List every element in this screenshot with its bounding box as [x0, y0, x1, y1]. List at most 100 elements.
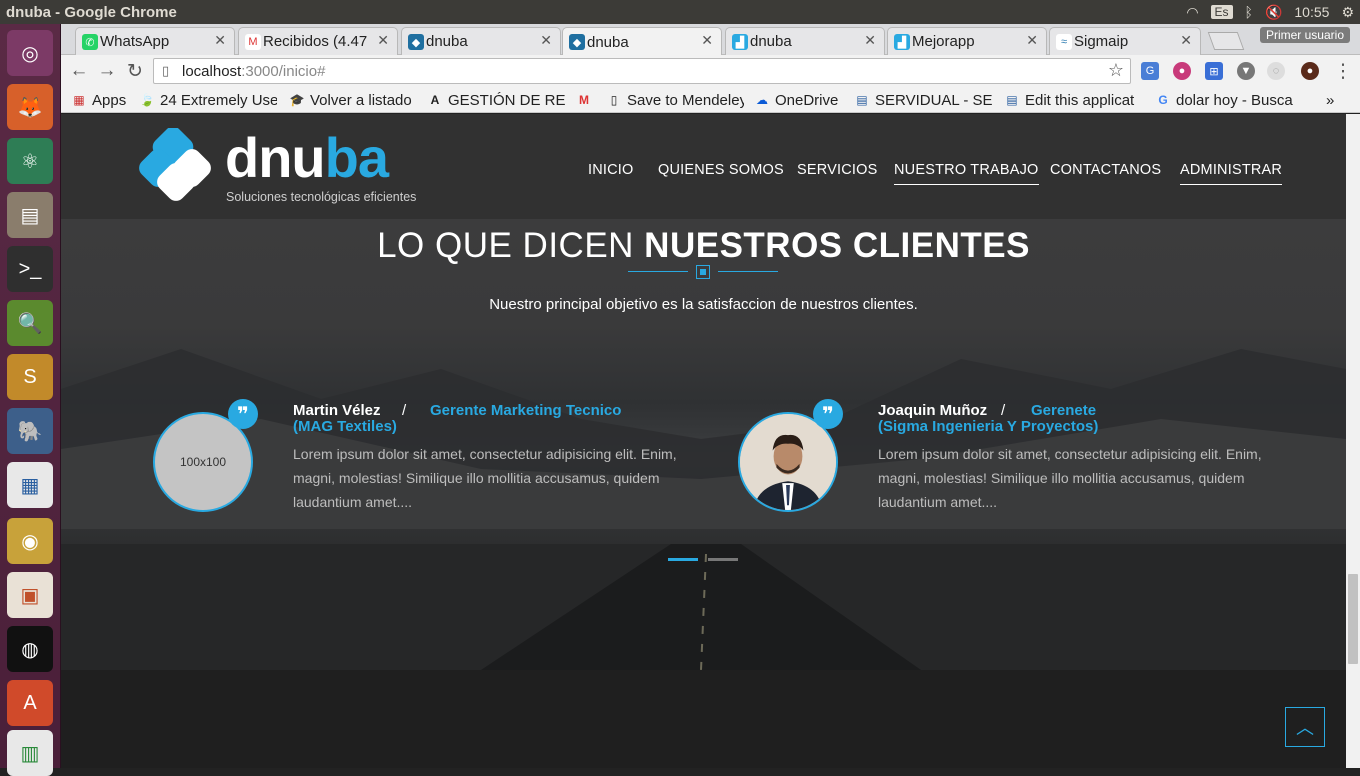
extension-dark-icon[interactable]: ● [1301, 62, 1319, 80]
ubuntu-dash-icon[interactable]: ◎ [7, 30, 53, 76]
new-tab-button[interactable] [1207, 32, 1245, 50]
bookmark-label: SERVIDUAL - SER [875, 91, 992, 109]
reload-icon[interactable]: ↻ [123, 59, 147, 83]
firefox-icon[interactable]: 🦊 [7, 84, 53, 130]
bookmark-extremely-useful[interactable]: 🍃 24 Extremely Use [139, 90, 277, 110]
bookmark-label: OneDrive [775, 91, 839, 109]
scrollbar-thumb[interactable] [1348, 574, 1358, 664]
tab-label: WhatsApp [100, 33, 170, 50]
site-navbar: dnuba Soluciones tecnológicas eficientes… [61, 114, 1346, 219]
translate-extension-icon[interactable]: G [1141, 62, 1159, 80]
tab-label: Sigmaip [1074, 33, 1129, 50]
nav-quienes-somos[interactable]: QUIENES SOMOS [658, 162, 784, 178]
gmail-icon: M [245, 34, 261, 50]
carousel-dot-1[interactable] [668, 558, 698, 561]
system-monitor-icon[interactable]: 🔍 [7, 300, 53, 346]
close-icon[interactable]: ✕ [1180, 32, 1192, 49]
tab-dnuba-active[interactable]: ◆ dnuba ✕ [562, 27, 722, 56]
scroll-to-top-button[interactable]: ︿ [1285, 707, 1325, 747]
postgresql-icon[interactable]: 🐘 [7, 408, 53, 454]
chart-icon: ▟ [894, 34, 910, 50]
bookmarks-overflow-chevron-icon[interactable]: » [1326, 90, 1342, 110]
wifi-icon[interactable]: ◠ [1186, 4, 1198, 21]
testimonial-company: (MAG Textiles) [293, 418, 397, 435]
extension-broadcast-icon[interactable]: ◌ [1267, 62, 1285, 80]
close-icon[interactable]: ✕ [377, 32, 389, 49]
bookmark-gmail[interactable]: M [576, 90, 596, 110]
logo-wordmark[interactable]: dnuba [225, 130, 389, 186]
tab-label: dnuba [750, 33, 792, 50]
nav-inicio[interactable]: INICIO [588, 162, 634, 178]
nav-servicios[interactable]: SERVICIOS [797, 162, 878, 178]
quote-icon: ❞ [228, 399, 258, 429]
nav-administrar[interactable]: ADMINISTRAR [1180, 162, 1283, 185]
bookmark-gestion-rec[interactable]: A GESTIÓN DE REC [427, 90, 565, 110]
address-bar[interactable]: ▯ localhost:3000/inicio# ☆ [153, 58, 1131, 84]
logo-letters-nu: nu [258, 126, 325, 189]
testimonial-role: Gerenete [1031, 402, 1097, 419]
graduation-cap-icon: 🎓 [289, 93, 305, 107]
logo-tagline: Soluciones tecnológicas eficientes [226, 190, 417, 204]
bookmark-volver-listado[interactable]: 🎓 Volver a listado [289, 90, 417, 110]
section-title-bold: NUESTROS CLIENTES [644, 226, 1030, 265]
calc-icon[interactable]: ▥ [7, 730, 53, 776]
bookmark-mendeley[interactable]: ▯ Save to Mendeley [606, 90, 744, 110]
extension-blue-icon[interactable]: ⊞ [1205, 62, 1223, 80]
bookmark-star-icon[interactable]: ☆ [1108, 60, 1124, 81]
obs-icon[interactable]: ◍ [7, 626, 53, 672]
clock[interactable]: 10:55 [1294, 4, 1329, 20]
impress-icon[interactable]: ▣ [7, 572, 53, 618]
dnuba-logo-icon[interactable] [138, 128, 214, 202]
tab-dnuba-2[interactable]: ▟ dnuba ✕ [725, 27, 885, 55]
tab-label: Mejorapp [912, 33, 975, 50]
dnuba-icon: ◆ [408, 34, 424, 50]
bookmark-label: 24 Extremely Use [160, 91, 277, 109]
bookmark-label: dolar hoy - Busca [1176, 91, 1293, 109]
page-scrollbar[interactable] [1346, 114, 1360, 768]
terminal-icon[interactable]: >_ [7, 246, 53, 292]
browser-window: ✆ WhatsApp ✕ M Recibidos (4.47 ✕ ◆ dnuba… [61, 24, 1360, 768]
file-manager-icon[interactable]: ▤ [7, 192, 53, 238]
page-info-icon[interactable]: ▯ [162, 63, 169, 79]
extension-pink-icon[interactable]: ● [1173, 62, 1191, 80]
tab-gmail[interactable]: M Recibidos (4.47 ✕ [238, 27, 398, 55]
close-icon[interactable]: ✕ [540, 32, 552, 49]
volume-muted-icon[interactable]: 🔇 [1265, 4, 1282, 21]
close-icon[interactable]: ✕ [214, 32, 226, 49]
bookmark-servidual[interactable]: ▤ SERVIDUAL - SER [854, 90, 992, 110]
chrome-icon[interactable]: ◉ [7, 518, 53, 564]
back-arrow-icon[interactable]: ← [67, 59, 91, 83]
close-icon[interactable]: ✕ [701, 32, 713, 49]
close-icon[interactable]: ✕ [864, 32, 876, 49]
software-center-icon[interactable]: A [7, 680, 53, 726]
section-subtitle: Nuestro principal objetivo es la satisfa… [489, 296, 918, 313]
atom-editor-icon[interactable]: ⚛ [7, 138, 53, 184]
tab-mejorapp[interactable]: ▟ Mejorapp ✕ [887, 27, 1047, 55]
close-icon[interactable]: ✕ [1026, 32, 1038, 49]
keyboard-language[interactable]: Es [1210, 5, 1233, 19]
bluetooth-icon[interactable]: ᛒ [1245, 4, 1253, 20]
bookmark-apps[interactable]: ▦ Apps [71, 90, 133, 110]
extension-vue-icon[interactable]: ▼ [1237, 62, 1255, 80]
forward-arrow-icon[interactable]: → [95, 59, 119, 83]
writer-icon[interactable]: ▦ [7, 462, 53, 508]
letter-a-icon: A [430, 93, 440, 107]
menu-dots-icon[interactable]: ⋮ [1331, 59, 1355, 83]
sigmaip-icon: ≈ [1056, 34, 1072, 50]
tab-sigmaip[interactable]: ≈ Sigmaip ✕ [1049, 27, 1201, 55]
settings-gear-icon[interactable]: ⚙ [1341, 4, 1354, 21]
tab-dnuba-1[interactable]: ◆ dnuba ✕ [401, 27, 561, 55]
sublime-text-icon[interactable]: S [7, 354, 53, 400]
bookmark-dolar-hoy[interactable]: Gdolar hoy - Busca [1155, 90, 1293, 110]
testimonial-name: Martin Vélez [293, 402, 381, 419]
profile-button[interactable]: Primer usuario [1259, 27, 1350, 43]
bookmark-edit-application[interactable]: ▤ Edit this applicat [1004, 90, 1142, 110]
carousel-dot-2[interactable] [708, 558, 738, 561]
browser-toolbar: ← → ↻ ▯ localhost:3000/inicio# ☆ G ● ⊞ ▼… [61, 55, 1360, 87]
nav-contactanos[interactable]: CONTACTANOS [1050, 162, 1161, 178]
nav-nuestro-trabajo[interactable]: NUESTRO TRABAJO [894, 162, 1039, 185]
leaf-icon: 🍃 [139, 93, 155, 107]
testimonial-role: Gerente Marketing Tecnico [430, 402, 622, 419]
bookmark-onedrive[interactable]: ☁ OneDrive [754, 90, 846, 110]
tab-whatsapp[interactable]: ✆ WhatsApp ✕ [75, 27, 235, 55]
